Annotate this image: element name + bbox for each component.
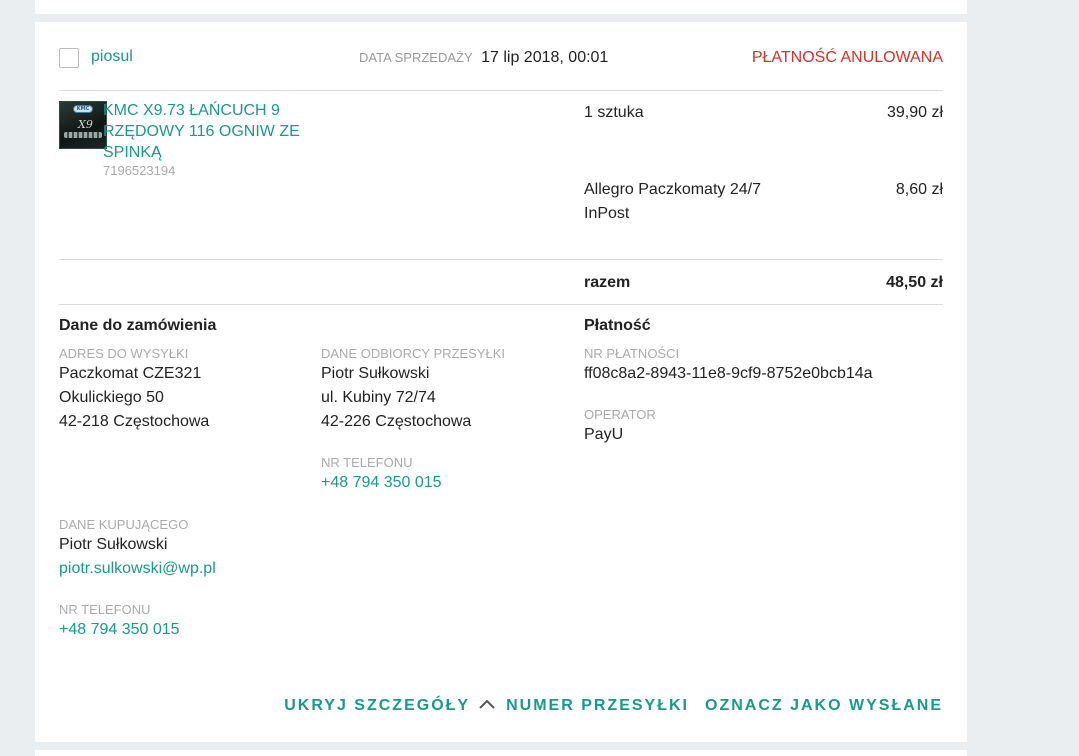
delivery-address-line: Paczkomat CZE321	[59, 365, 202, 382]
brand-logo: KMC	[73, 105, 93, 113]
item-price: 39,90 zł	[886, 104, 943, 121]
shipping-price: 8,60 zł	[895, 181, 943, 198]
next-order-card	[35, 750, 967, 756]
recipient-label: DANE ODBIORCY PRZESYŁKI	[321, 346, 505, 361]
payment-id-label: NR PŁATNOŚCI	[584, 346, 680, 361]
delivery-address: ADRES DO WYSYŁKI Paczkomat CZE321 Okulic…	[59, 346, 209, 434]
hide-details-button[interactable]: UKRYJ SZCZEGÓŁY	[284, 697, 470, 715]
recipient-phone-label: NR TELEFONU	[321, 455, 413, 470]
delivery-address-label: ADRES DO WYSYŁKI	[59, 346, 189, 361]
buyer-phone-link[interactable]: +48 794 350 015	[59, 618, 180, 642]
payment-operator-value: PayU	[584, 426, 624, 443]
chevron-up-icon[interactable]	[478, 697, 496, 715]
previous-order-card	[35, 0, 967, 14]
buyer-email-link[interactable]: piotr.sulkowski@wp.pl	[59, 557, 216, 581]
delivery-address-line: 42-218 Częstochowa	[59, 413, 210, 430]
recipient-line: ul. Kubiny 72/74	[321, 389, 436, 406]
total-value: 48,50 zł	[886, 274, 943, 291]
sale-date-label: DATA SPRZEDAŻY	[359, 50, 473, 65]
buyer-details: DANE KUPUJĄCEGO Piotr Sułkowski piotr.su…	[59, 517, 216, 581]
mark-as-sent-button[interactable]: OZNACZ JAKO WYSŁANE	[705, 697, 943, 715]
order-card-inner: piosul DATA SPRZEDAŻY 17 lip 2018, 00:01…	[59, 22, 943, 742]
product-title-link[interactable]: KMC X9.73 ŁAŃCUCH 9 RZĘDOWY 116 OGNIW ZE…	[103, 100, 313, 163]
buyer-login-link[interactable]: piosul	[91, 48, 133, 66]
delivery-address-line: Okulickiego 50	[59, 389, 164, 406]
order-select-checkbox[interactable]	[59, 48, 79, 68]
order-card: piosul DATA SPRZEDAŻY 17 lip 2018, 00:01…	[35, 22, 967, 742]
shipping-method: Allegro Paczkomaty 24/7 InPost	[584, 181, 761, 222]
divider	[59, 259, 943, 260]
tracking-number-button[interactable]: NUMER PRZESYŁKI	[506, 697, 689, 715]
payment-title: Płatność	[584, 317, 651, 334]
hide-details-label: UKRYJ SZCZEGÓŁY	[284, 697, 471, 714]
buyer-phone-label: NR TELEFONU	[59, 602, 151, 617]
recipient-phone: NR TELEFONU +48 794 350 015	[321, 455, 442, 495]
chain-graphic	[64, 132, 102, 138]
product-thumbnail[interactable]: KMC X9	[59, 101, 107, 149]
total-label: razem	[584, 274, 631, 291]
model-mark: X9	[78, 118, 93, 131]
sale-date-value: 17 lip 2018, 00:01	[481, 49, 609, 66]
recipient-phone-link[interactable]: +48 794 350 015	[321, 471, 442, 495]
payment-operator: OPERATOR PayU	[584, 407, 656, 447]
recipient-line: 42-226 Częstochowa	[321, 413, 472, 430]
payment-id: NR PŁATNOŚCI ff08c8a2-8943-11e8-9cf9-875…	[584, 346, 873, 386]
item-quantity: 1 sztuka	[584, 104, 644, 121]
payment-operator-label: OPERATOR	[584, 407, 656, 422]
buyer-label: DANE KUPUJĄCEGO	[59, 517, 189, 532]
sale-date: DATA SPRZEDAŻY 17 lip 2018, 00:01	[359, 49, 608, 67]
divider	[59, 90, 943, 91]
divider	[59, 304, 943, 305]
order-details-title: Dane do zamówienia	[59, 317, 217, 334]
page: piosul DATA SPRZEDAŻY 17 lip 2018, 00:01…	[0, 0, 1079, 756]
recipient-line: Piotr Sułkowski	[321, 365, 430, 382]
payment-id-value: ff08c8a2-8943-11e8-9cf9-8752e0bcb14a	[584, 365, 873, 382]
order-actions: UKRYJ SZCZEGÓŁY NUMER PRZESYŁKI OZNACZ J…	[284, 697, 943, 715]
buyer-name: Piotr Sułkowski	[59, 536, 168, 553]
offer-id: 7196523194	[103, 163, 176, 178]
recipient-details: DANE ODBIORCY PRZESYŁKI Piotr Sułkowski …	[321, 346, 505, 434]
buyer-phone: NR TELEFONU +48 794 350 015	[59, 602, 180, 642]
payment-status: PŁATNOŚĆ ANULOWANA	[751, 49, 943, 66]
